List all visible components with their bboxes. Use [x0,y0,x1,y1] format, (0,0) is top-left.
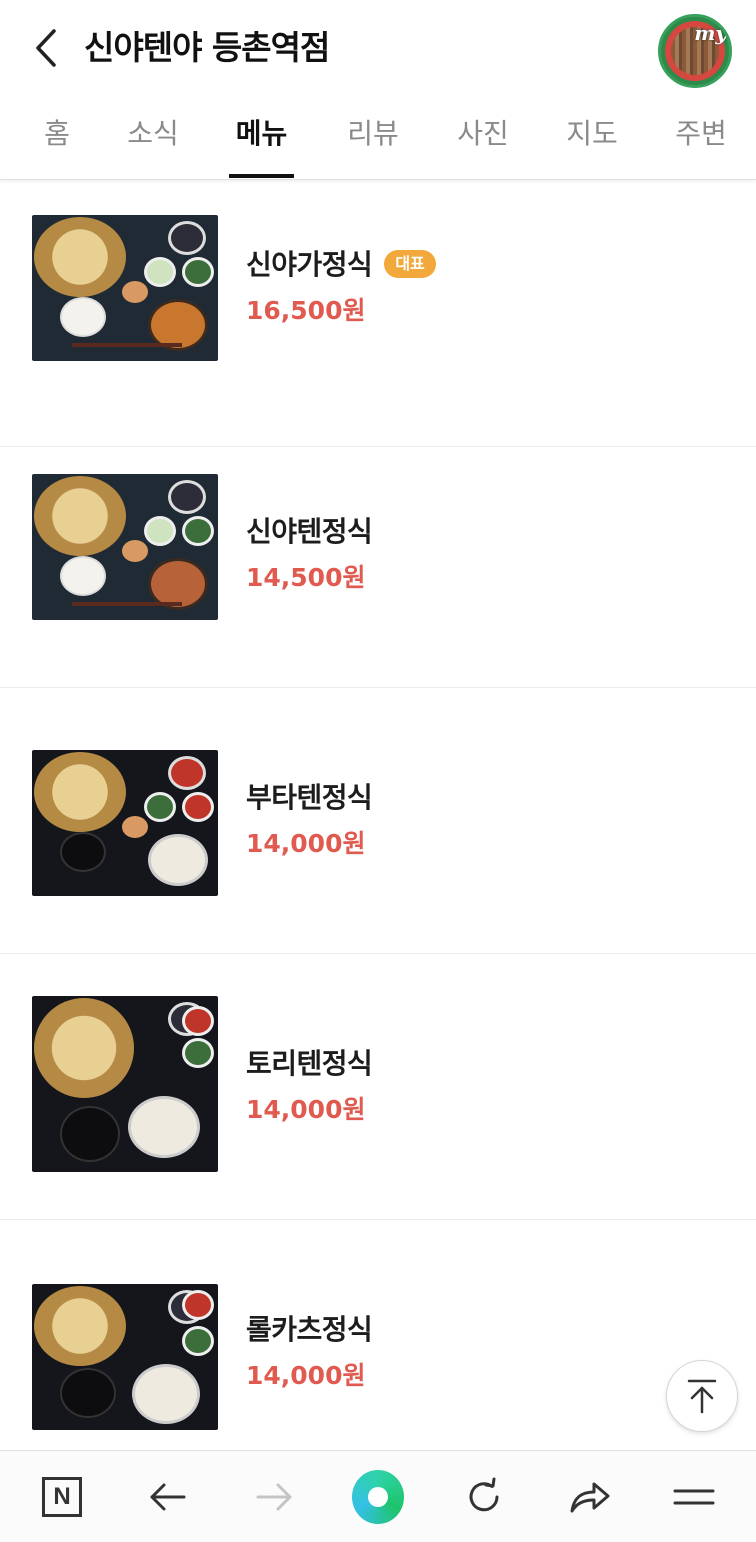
menu-price: 16,500원 [246,296,366,325]
menu-name: 부타텐정식 [246,781,373,814]
arrow-up-to-top-icon [687,1379,717,1414]
app-header: 신야텐야 등촌역점 my [0,0,756,96]
menu-button[interactable] [668,1471,720,1523]
page-title: 신야텐야 등촌역점 [84,28,330,67]
menu-image [32,1284,218,1430]
tab-map[interactable]: 지도 [563,114,621,178]
tab-menu[interactable]: 메뉴 [229,114,294,178]
browser-back-button[interactable] [142,1471,194,1523]
menu-item[interactable]: 신야가정식 대표 16,500원 [0,181,756,447]
back-button[interactable] [26,24,66,72]
naver-home-icon: N [42,1477,82,1517]
menu-price: 14,000원 [246,829,366,858]
menu-price: 14,500원 [246,563,366,592]
my-label: my [694,21,727,45]
my-avatar[interactable]: my [658,14,732,88]
refresh-button[interactable] [458,1471,510,1523]
tab-news[interactable]: 소식 [124,114,182,178]
tab-photo[interactable]: 사진 [454,114,512,178]
menu-name: 롤카츠정식 [246,1313,373,1346]
tab-review[interactable]: 리뷰 [344,114,402,178]
tab-home[interactable]: 홈 [42,114,72,178]
menu-item[interactable]: 신야텐정식 14,500원 [0,422,756,688]
menu-image [32,996,218,1172]
back-arrow-icon [150,1483,186,1511]
menu-name: 신야가정식 대표 [246,245,436,285]
scroll-top-button[interactable] [666,1360,738,1432]
menu-image [32,215,218,361]
menu-name: 토리텐정식 [246,1047,373,1080]
browser-forward-button[interactable] [248,1471,300,1523]
menu-icon [673,1489,715,1505]
menu-price: 14,000원 [246,1095,366,1124]
menu-item[interactable]: 부타텐정식 14,000원 [0,688,756,954]
share-icon [570,1482,610,1513]
green-dot-button[interactable] [352,1470,404,1524]
menu-image [32,474,218,620]
menu-item[interactable]: 롤카츠정식 14,000원 [0,1220,756,1486]
browser-bottom-bar: N [0,1450,756,1542]
chevron-left-icon [36,29,56,67]
signature-badge: 대표 [384,250,436,278]
menu-name: 신야텐정식 [246,515,373,548]
menu-item[interactable]: 토리텐정식 14,000원 [0,954,756,1220]
share-button[interactable] [564,1471,616,1523]
refresh-icon [469,1477,499,1512]
menu-name-text: 신야가정식 [246,248,373,281]
naver-home-button[interactable]: N [36,1471,88,1523]
menu-price: 14,000원 [246,1361,366,1390]
forward-arrow-icon [256,1483,292,1511]
green-dot-icon [352,1470,404,1524]
tab-nearby[interactable]: 주변 [672,114,730,178]
tab-bar: 홈 소식 메뉴 리뷰 사진 지도 주변 [0,96,756,180]
menu-image [32,750,218,896]
